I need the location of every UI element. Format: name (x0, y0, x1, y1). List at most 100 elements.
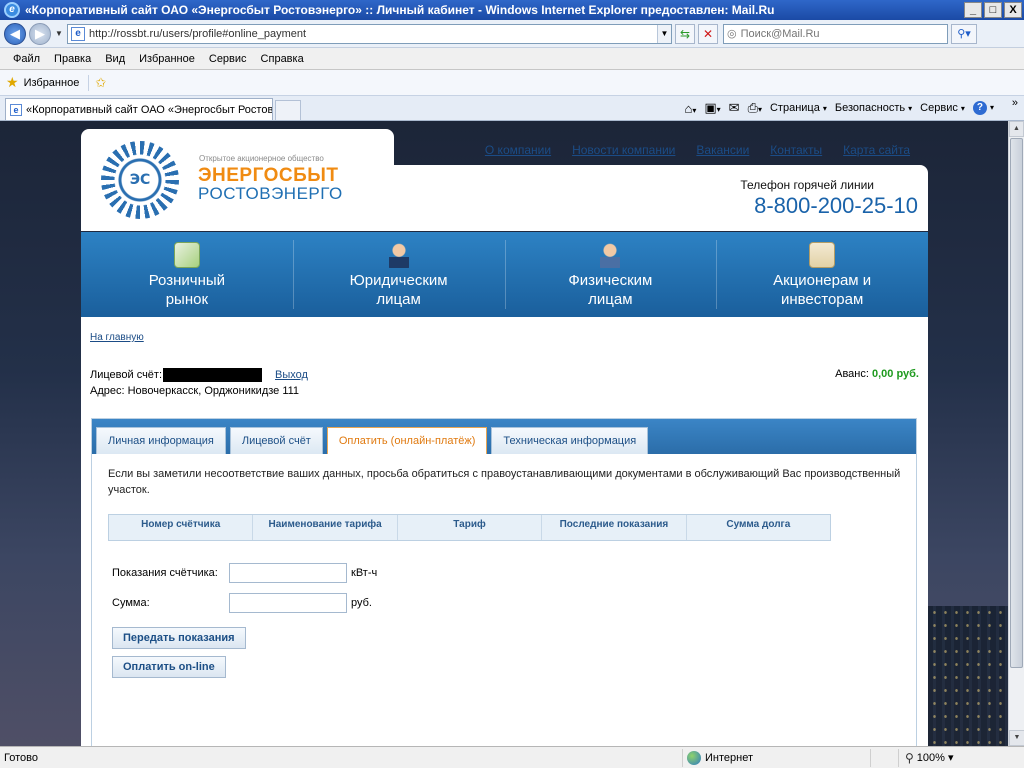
favorites-button[interactable]: Избранное (24, 77, 80, 89)
print-icon[interactable]: ⎙▾ (748, 100, 762, 116)
page-viewport: ЭС Открытое акционерное общество ЭНЕРГОС… (0, 121, 1008, 746)
submit-readings-button[interactable]: Передать показания (112, 627, 246, 649)
meter-unit: кВт-ч (351, 567, 378, 579)
hotline-label: Телефон горячей линии (740, 178, 874, 192)
company-logo[interactable]: ЭС (101, 141, 179, 219)
zone-label: Интернет (705, 751, 753, 764)
globe-icon (687, 750, 701, 765)
top-nav-about[interactable]: О компании (485, 143, 551, 157)
sum-row: Сумма: руб. (112, 593, 372, 613)
maximize-button[interactable]: □ (984, 2, 1002, 18)
address-field[interactable]: e ▼ (67, 23, 672, 44)
tab-account[interactable]: Лицевой счёт (229, 427, 323, 454)
feeds-icon[interactable]: ▣▾ (704, 100, 720, 116)
search-box[interactable]: ◎ (723, 23, 948, 44)
menu-tools[interactable]: Сервис (202, 53, 254, 65)
window-title: «Корпоративный сайт ОАО «Энергосбыт Рост… (25, 3, 775, 17)
mail-icon[interactable]: ✉ (729, 100, 740, 116)
back-button[interactable]: ◀ (4, 22, 26, 45)
favorites-star-icon[interactable]: ★ (6, 74, 19, 91)
content-area: На главную Лицевой счёт: Выход Адрес: Но… (81, 317, 928, 746)
zoom-control[interactable]: ⚲ 100% ▾ (898, 748, 978, 767)
url-dropdown-icon[interactable]: ▼ (657, 24, 671, 43)
logo-tagline: Открытое акционерное общество (199, 154, 324, 163)
history-dropdown-icon[interactable]: ▼ (54, 29, 64, 38)
top-nav-news[interactable]: Новости компании (572, 143, 675, 157)
window-titlebar: e «Корпоративный сайт ОАО «Энергосбыт Ро… (0, 0, 1024, 20)
tools-menu[interactable]: Сервис ▾ (920, 102, 965, 114)
person-icon (597, 242, 624, 268)
zoom-icon: ⚲ (905, 750, 914, 765)
documents-icon (809, 242, 836, 268)
meter-reading-input[interactable] (229, 563, 347, 583)
breadcrumb-home[interactable]: На главную (90, 332, 144, 343)
sum-label: Сумма: (112, 597, 150, 609)
col-tariff-name: Наименование тарифа (252, 515, 396, 540)
site-page: ЭС Открытое акционерное общество ЭНЕРГОС… (81, 129, 928, 746)
search-icon[interactable]: ⚲▾ (951, 23, 977, 44)
menu-edit[interactable]: Правка (47, 53, 98, 65)
cabinet-panel: Личная информация Лицевой счёт Оплатить … (91, 418, 917, 746)
top-nav: О компании Новости компании Вакансии Кон… (485, 143, 910, 157)
tab-online-payment[interactable]: Оплатить (онлайн-платёж) (326, 427, 488, 454)
scroll-up-icon[interactable]: ▲ (1009, 121, 1024, 137)
close-window-button[interactable]: X (1004, 2, 1022, 18)
scroll-down-icon[interactable]: ▼ (1009, 730, 1024, 746)
col-meter-number: Номер счётчика (141, 519, 221, 530)
home-icon[interactable]: ⌂▾ (684, 101, 696, 116)
main-nav-legal[interactable]: Юридическим лицам (292, 232, 505, 317)
window-controls: _ □ X (964, 2, 1022, 18)
col-debt: Сумма долга (685, 515, 830, 540)
top-nav-contacts[interactable]: Контакты (770, 143, 822, 157)
status-text: Готово (4, 751, 38, 764)
search-input[interactable] (740, 27, 947, 40)
vertical-scrollbar[interactable]: ▲ ▼ (1008, 121, 1024, 746)
scroll-thumb[interactable] (1010, 138, 1023, 668)
logout-link[interactable]: Выход (275, 369, 308, 381)
main-nav-investors[interactable]: Акционерам и инвесторам (716, 232, 928, 317)
hotline-phone: 8-800-200-25-10 (754, 193, 918, 218)
minimize-button[interactable]: _ (964, 2, 982, 18)
browser-tab-title: «Корпоративный сайт ОАО «Энергосбыт Рост… (26, 103, 273, 116)
meter-reading-label: Показания счётчика: (112, 567, 218, 579)
zoom-dropdown-icon: ▾ (947, 752, 954, 764)
menu-help[interactable]: Справка (254, 53, 311, 65)
forward-button[interactable]: ▶ (29, 22, 51, 45)
page-menu[interactable]: Страница ▾ (770, 102, 827, 114)
main-nav-retail[interactable]: Розничный рынок (81, 232, 293, 317)
new-tab-button[interactable] (275, 100, 301, 120)
logo-subtitle: РОСТОВЭНЕРГО (198, 184, 343, 203)
top-nav-sitemap[interactable]: Карта сайта (843, 143, 910, 157)
sum-input[interactable] (229, 593, 347, 613)
main-nav-investors-line1: Акционерам и (773, 272, 872, 289)
security-zone[interactable]: Интернет (682, 748, 868, 767)
toolbar-chevron-icon[interactable]: » (1012, 97, 1018, 109)
account-row: Лицевой счёт: Выход (90, 368, 308, 382)
col-last-reading: Последние показания (541, 515, 685, 540)
logo-letters: ЭС (129, 172, 151, 188)
command-bar: ⌂▾ ▣▾ ✉ ⎙▾ Страница ▾ Безопасность ▾ Сер… (684, 98, 994, 118)
tab-personal-info[interactable]: Личная информация (96, 427, 226, 454)
help-menu[interactable]: ? ▾ (972, 101, 994, 115)
url-input[interactable] (89, 27, 653, 40)
main-nav-individuals[interactable]: Физическим лицам (504, 232, 717, 317)
account-label: Лицевой счёт: (90, 369, 163, 381)
security-menu[interactable]: Безопасность ▾ (835, 102, 912, 114)
menu-view[interactable]: Вид (98, 53, 132, 65)
protected-mode-icon[interactable] (870, 748, 896, 767)
help-icon: ? (972, 101, 987, 115)
add-favorite-icon[interactable]: ✩ (88, 74, 106, 91)
refresh-icon[interactable]: ⇆ (675, 23, 695, 44)
top-nav-vacancies[interactable]: Вакансии (696, 143, 749, 157)
tab-technical-info[interactable]: Техническая информация (491, 427, 649, 454)
favorites-bar: ★ Избранное ✩ (0, 70, 1024, 96)
mail-search-icon: ◎ (727, 28, 737, 40)
customer-address: Адрес: Новочеркасск, Орджоникидзе 111 (90, 385, 300, 397)
businessman-icon (385, 242, 412, 268)
menu-file[interactable]: Файл (6, 53, 47, 65)
main-nav: Розничный рынок Юридическим лицам Физиче… (81, 232, 928, 317)
browser-tab[interactable]: e «Корпоративный сайт ОАО «Энергосбыт Ро… (5, 98, 273, 120)
menu-favorites[interactable]: Избранное (132, 53, 202, 65)
stop-icon[interactable]: ✕ (698, 23, 718, 44)
pay-online-button[interactable]: Оплатить on-line (112, 656, 226, 678)
